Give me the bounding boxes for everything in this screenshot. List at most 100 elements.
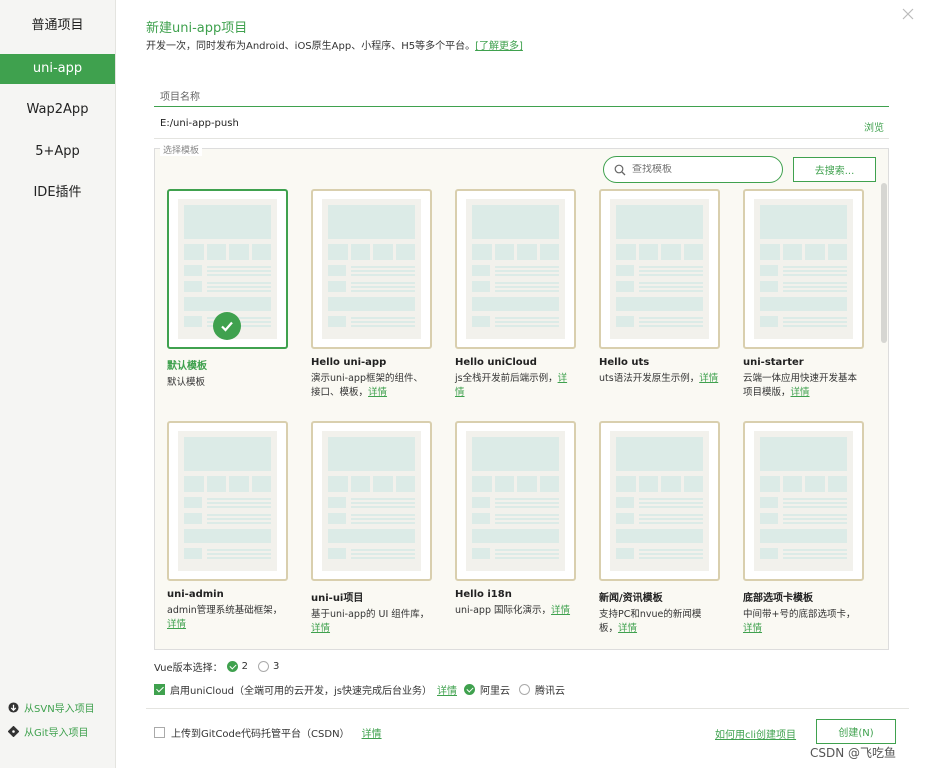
sidebar-item-wap2app[interactable]: Wap2App: [0, 95, 115, 125]
template-card[interactable]: 默认模板 默认模板: [167, 189, 288, 390]
template-name: Hello uts: [599, 357, 650, 368]
unicloud-row: 启用uniCloud（全端可用的云开发，js快速完成后台业务） 详情 阿里云 腾…: [154, 682, 565, 697]
template-description: 中间带+号的底部选项卡， 详情: [743, 608, 864, 636]
template-card[interactable]: Hello uniCloud js全栈开发前后端示例，详情: [455, 189, 576, 400]
thumbnail-preview: [466, 431, 565, 571]
selected-check-icon: [213, 312, 241, 340]
sidebar: 普通项目 uni-app Wap2App 5+App IDE插件 从SVN导入项…: [0, 0, 116, 768]
template-description: 默认模板: [167, 376, 288, 390]
sidebar-item-uni-app[interactable]: uni-app: [0, 54, 115, 84]
template-legend: 选择模板: [160, 143, 203, 156]
name-underline: [154, 106, 889, 107]
template-description: 演示uni-app框架的组件、接口、模板，详情: [311, 372, 432, 400]
template-card[interactable]: uni-admin admin管理系统基础框架， 详情: [167, 421, 288, 632]
template-detail-link[interactable]: 详情: [167, 619, 186, 630]
search-icon: [614, 164, 626, 175]
template-card[interactable]: Hello uts uts语法开发原生示例，详情: [599, 189, 720, 386]
template-search-box[interactable]: [603, 156, 783, 183]
template-description-text: 默认模板: [167, 377, 206, 388]
template-scrollbar[interactable]: [881, 183, 887, 343]
template-description: uni-app 国际化演示，详情: [455, 604, 576, 618]
git-import-label: 从Git导入项目: [24, 728, 89, 739]
template-card[interactable]: 新闻/资讯模板支持PC和nvue的新闻模板，详情: [599, 421, 720, 636]
template-name: Hello uni-app: [311, 357, 387, 368]
aliyun-radio[interactable]: [464, 684, 476, 695]
template-detail-link[interactable]: 详情: [368, 387, 387, 398]
upload-gitcode-checkbox[interactable]: [154, 727, 165, 738]
template-detail-link[interactable]: 详情: [551, 605, 570, 616]
template-description-text: uts语法开发原生示例，: [599, 373, 700, 384]
template-description-text: 演示uni-app框架的组件、接口、模板，: [311, 373, 423, 398]
tencent-radio[interactable]: [519, 684, 531, 695]
template-thumbnail: [455, 189, 576, 349]
upload-detail-link[interactable]: 详情: [362, 725, 382, 740]
template-description: 云端一体应用快速开发基本项目模版，详情: [743, 372, 864, 400]
template-description-text: 支持PC和nvue的新闻模板，: [599, 609, 702, 634]
vue-2-label: 2: [241, 661, 249, 672]
vue-version-label: Vue版本选择：: [154, 663, 223, 674]
template-thumbnail: [599, 189, 720, 349]
template-thumbnail: [311, 421, 432, 581]
thumbnail-preview: [754, 431, 853, 571]
aliyun-label: 阿里云: [480, 686, 511, 697]
path-underline: [154, 138, 889, 139]
template-detail-link[interactable]: 详情: [311, 623, 330, 634]
sidebar-item-5plus-app[interactable]: 5+App: [0, 137, 115, 167]
template-search-button[interactable]: 去搜索...: [793, 157, 876, 182]
vue-version-row: Vue版本选择： 2 3: [154, 659, 279, 674]
vue-3-label: 3: [273, 661, 280, 672]
template-detail-link[interactable]: 详情: [743, 623, 762, 634]
template-search-input[interactable]: [632, 164, 772, 175]
template-name: uni-starter: [743, 357, 804, 368]
sidebar-item-ide-plugin[interactable]: IDE插件: [0, 178, 115, 208]
svn-import-link[interactable]: 从SVN导入项目: [8, 700, 95, 715]
cli-create-link[interactable]: 如何用cli创建项目: [715, 726, 796, 741]
template-card[interactable]: uni-ui项目 基于uni-app的 UI 组件库， 详情: [311, 421, 432, 636]
vue-2-radio[interactable]: [226, 661, 238, 672]
tencent-label: 腾讯云: [535, 686, 566, 697]
template-thumbnail: [311, 189, 432, 349]
template-detail-link[interactable]: 详情: [618, 623, 637, 634]
vue-3-radio[interactable]: [258, 661, 270, 672]
thumbnail-preview: [322, 199, 421, 339]
close-icon[interactable]: [900, 6, 916, 22]
sidebar-item-normal-project[interactable]: 普通项目: [0, 11, 115, 41]
template-name: uni-ui项目: [311, 593, 364, 604]
template-name: uni-admin: [167, 589, 224, 600]
learn-more-link[interactable]: [了解更多]: [475, 41, 523, 52]
template-card[interactable]: Hello uni-app 演示uni-app框架的组件、接口、模板，详情: [311, 189, 432, 400]
template-thumbnail: [167, 189, 288, 349]
subtitle-text: 开发一次，同时发布为Android、iOS原生App、小程序、H5等多个平台。: [146, 41, 476, 52]
template-thumbnail: [599, 421, 720, 581]
svn-import-label: 从SVN导入项目: [24, 704, 95, 715]
create-button[interactable]: 创建(N): [816, 719, 896, 744]
project-path-input[interactable]: [160, 118, 840, 129]
template-card[interactable]: Hello i18n uni-app 国际化演示，详情: [455, 421, 576, 618]
template-name: 默认模板: [167, 361, 207, 372]
template-name: 底部选项卡模板: [743, 593, 813, 604]
thumbnail-preview: [754, 199, 853, 339]
project-name-label: 项目名称: [160, 92, 200, 103]
git-import-link[interactable]: 从Git导入项目: [8, 724, 88, 739]
template-detail-link[interactable]: 详情: [699, 373, 718, 384]
template-description: 支持PC和nvue的新闻模板，详情: [599, 608, 720, 636]
thumbnail-preview: [610, 431, 709, 571]
footer-divider: [146, 708, 909, 709]
thumbnail-preview: [610, 199, 709, 339]
unicloud-checkbox[interactable]: [154, 684, 165, 695]
thumbnail-preview: [466, 199, 565, 339]
template-card[interactable]: 底部选项卡模板中间带+号的底部选项卡， 详情: [743, 421, 864, 636]
template-card[interactable]: uni-starter 云端一体应用快速开发基本项目模版，详情: [743, 189, 864, 400]
template-thumbnail: [743, 189, 864, 349]
git-icon: [8, 726, 19, 737]
browse-button[interactable]: 浏览: [864, 119, 884, 134]
upload-row: 上传到GitCode代码托管平台（CSDN） 详情: [154, 725, 382, 740]
template-thumbnail: [167, 421, 288, 581]
upload-gitcode-label: 上传到GitCode代码托管平台（CSDN）: [171, 729, 350, 740]
template-name: 新闻/资讯模板: [599, 593, 663, 604]
template-description-text: uni-app 国际化演示，: [455, 605, 552, 616]
page-subtitle: 开发一次，同时发布为Android、iOS原生App、小程序、H5等多个平台。[…: [146, 37, 523, 52]
template-thumbnail: [455, 421, 576, 581]
unicloud-detail-link[interactable]: 详情: [437, 682, 457, 697]
template-detail-link[interactable]: 详情: [791, 387, 810, 398]
